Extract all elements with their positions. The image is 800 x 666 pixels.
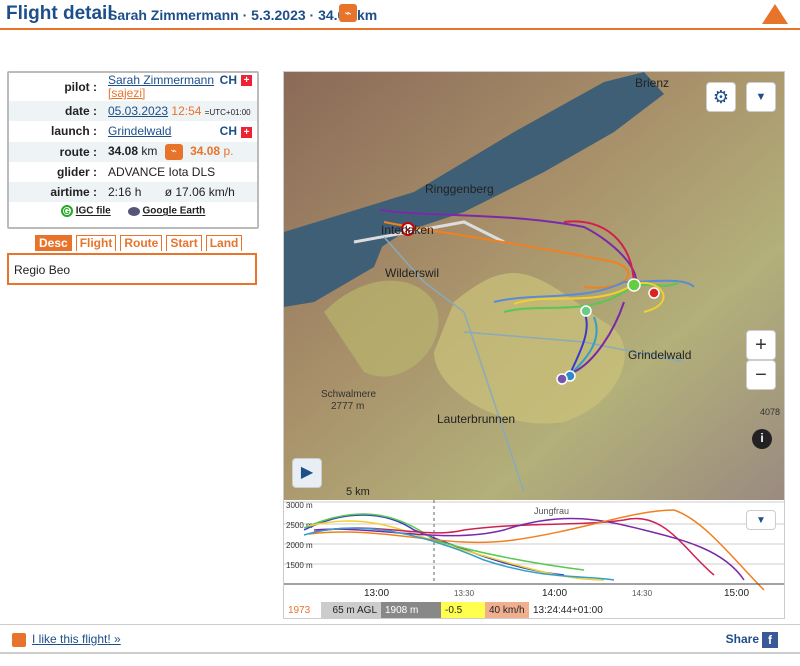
google-earth-icon <box>127 206 140 216</box>
google-earth-link[interactable]: Google Earth <box>143 206 206 217</box>
date-link[interactable]: 05.03.2023 <box>108 104 168 118</box>
facebook-icon: f <box>762 632 778 648</box>
route-label: route : <box>9 141 105 162</box>
status-altitude: 1973 m <box>288 605 311 616</box>
avg-speed: ø 17.06 km/h <box>164 185 235 200</box>
launch-country: CH <box>219 124 237 139</box>
swiss-flag-icon: + <box>241 75 252 87</box>
peak2-altitude: 4078 <box>760 407 780 417</box>
map-label-grindelwald: Grindelwald <box>628 348 691 362</box>
flight-map[interactable]: ✕ Brienz Ringgenberg Interlaken Wildersw… <box>283 71 785 619</box>
peak-label: Schwalmere <box>321 389 376 400</box>
airtime-label: airtime : <box>9 182 105 203</box>
layers-dropdown-icon[interactable]: ▼ <box>746 82 776 112</box>
map-label-lauterbrunnen: Lauterbrunnen <box>437 412 515 426</box>
play-icon[interactable]: ▶ <box>292 458 322 488</box>
tab-route[interactable]: Route <box>120 235 163 251</box>
igc-file-link[interactable]: IGC file <box>76 206 111 217</box>
map-label-ringgenberg: Ringgenberg <box>425 182 494 196</box>
map-scale: 5 km <box>346 486 370 498</box>
downloads: G IGC file Google Earth <box>9 202 257 218</box>
igc-file-icon: G <box>60 205 73 218</box>
zoom-out-button[interactable]: − <box>746 360 776 390</box>
route-type-icon: ⌁ <box>164 143 183 160</box>
y-tick-1500: 1500 m <box>286 561 313 570</box>
profile-place-label: Jungfrau <box>534 506 569 516</box>
pilot-nick-link[interactable]: [sajezi] <box>108 86 145 100</box>
tab-flight[interactable]: Flight <box>75 235 117 251</box>
map-label-brienz: Brienz <box>635 76 669 90</box>
zoom-in-button[interactable]: + <box>746 330 776 360</box>
x-tick-1500: 15:00 <box>724 588 749 599</box>
share-button[interactable]: Share f <box>726 632 778 648</box>
swiss-flag-icon: + <box>241 126 252 138</box>
xcontest-logo-icon[interactable] <box>762 4 788 24</box>
x-tick-1430: 14:30 <box>632 589 653 598</box>
like-link[interactable]: I like this flight! » <box>32 632 121 646</box>
map-info-button[interactable]: i <box>752 429 772 449</box>
y-tick-3000: 3000 m <box>286 501 313 510</box>
share-label: Share <box>725 632 759 647</box>
tab-start[interactable]: Start <box>166 235 202 251</box>
route-points: 34.08 <box>190 143 221 158</box>
date-label: date : <box>9 101 105 122</box>
tab-desc[interactable]: Desc <box>35 235 72 251</box>
utc-offset: =UTC+01:00 <box>204 108 251 118</box>
route-type-icon: ⌁ <box>339 4 357 22</box>
x-tick-1300: 13:00 <box>364 588 389 599</box>
description-box: Regio Beo <box>7 253 257 285</box>
launch-label: launch : <box>50 124 97 139</box>
status-time: 13:24:44+01:00 <box>533 605 603 616</box>
x-tick-1330: 13:30 <box>454 589 475 598</box>
status-speed: 40 km/h <box>485 602 529 618</box>
altitude-profile[interactable]: 3000 m 2500 m 2000 m 1500 m Jungfrau 13:… <box>284 500 785 602</box>
map-label-interlaken: Interlaken <box>381 223 434 237</box>
status-agl: 65 m AGL <box>321 602 381 618</box>
pilot-label: pilot : <box>64 80 97 94</box>
status-gnd: 1908 m GND <box>381 602 441 618</box>
status-bar: 1973 m 65 m AGL 1908 m GND -0.5 m/s 40 k… <box>284 602 784 618</box>
peak-altitude: 2777 m <box>331 401 364 412</box>
status-vario: -0.5 m/s <box>441 602 485 618</box>
map-label-wilderswil: Wilderswil <box>385 266 439 280</box>
altitude-chart[interactable]: 3000 m 2500 m 2000 m 1500 m Jungfrau 13:… <box>284 500 785 602</box>
like-icon <box>12 632 26 647</box>
pilot-country: CH <box>219 73 237 87</box>
profile-dropdown-icon[interactable]: ▼ <box>746 510 776 530</box>
start-time: 12:54 <box>171 104 202 119</box>
page-footer: I like this flight! » Share f <box>0 624 800 654</box>
route-km-unit: km <box>141 143 158 158</box>
x-tick-1400: 14:00 <box>542 588 567 599</box>
settings-gear-icon[interactable]: ⚙ <box>706 82 736 112</box>
tab-land[interactable]: Land <box>205 235 243 251</box>
airtime-value: 2:16 h <box>108 185 142 200</box>
y-tick-2000: 2000 m <box>286 541 313 550</box>
route-km: 34.08 <box>108 143 139 158</box>
flight-info-panel: pilot : CH + Sarah Zimmermann [sajezi] da… <box>7 71 259 229</box>
glider-label: glider : <box>56 165 97 180</box>
detail-tabs: Desc Flight Route Start Land <box>35 235 243 251</box>
glider-name: ADVANCE Iota DLS <box>108 165 216 180</box>
launch-link[interactable]: Grindelwald <box>108 124 171 138</box>
page-header: Flight detail Sarah Zimmermann · 5.3.202… <box>0 0 800 30</box>
map-terrain[interactable]: ✕ Brienz Ringgenberg Interlaken Wildersw… <box>284 72 785 500</box>
route-points-unit: p. <box>223 143 234 158</box>
pilot-link[interactable]: Sarah Zimmermann <box>108 73 214 87</box>
page-title: Flight detail <box>6 3 113 24</box>
flight-summary: Sarah Zimmermann · 5.3.2023 · 34.08 km <box>108 7 378 23</box>
